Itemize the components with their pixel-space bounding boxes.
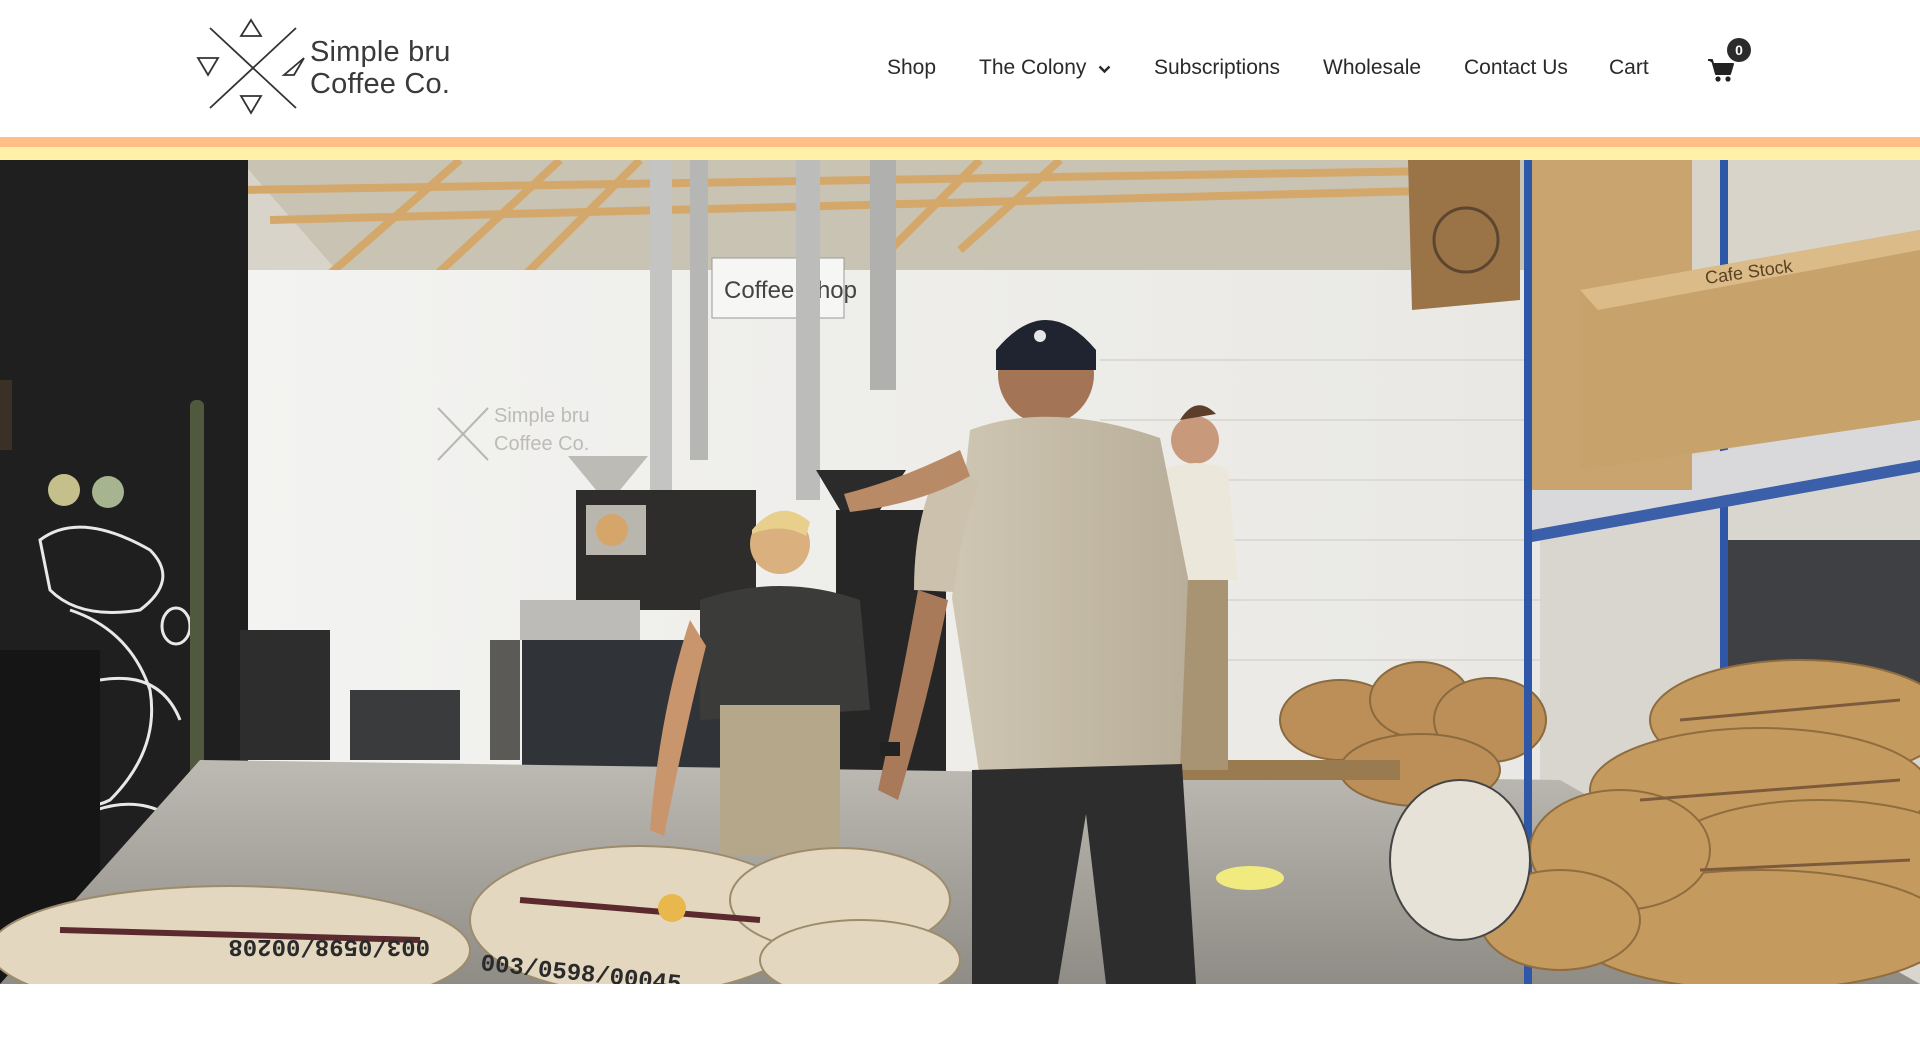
site-header: Simple bru Coffee Co. Shop The Colony Su…: [0, 0, 1920, 137]
coffee-shop-sign: Coffee Shop: [724, 277, 857, 304]
nav-subscriptions[interactable]: Subscriptions: [1154, 48, 1280, 88]
chevron-down-icon: [1098, 48, 1111, 88]
main-navigation: Shop The Colony Subscriptions Wholesale …: [0, 48, 1920, 88]
accent-stripe-yellow: [0, 147, 1920, 160]
coffee-roastery-photo: Simple bru Coffee Co. Coffee Shop Cafe S…: [0, 160, 1920, 984]
nav-wholesale[interactable]: Wholesale: [1323, 48, 1421, 88]
sack-number-2: 003/0598/00208: [228, 932, 430, 959]
accent-stripe-orange: [0, 137, 1920, 147]
nav-the-colony-label: The Colony: [979, 56, 1087, 79]
nav-contact-us[interactable]: Contact Us: [1464, 48, 1568, 88]
cart-count-badge: 0: [1727, 38, 1751, 62]
nav-shop[interactable]: Shop: [887, 48, 936, 88]
hero-image: Simple bru Coffee Co. Coffee Shop Cafe S…: [0, 160, 1920, 984]
nav-the-colony[interactable]: The Colony: [979, 48, 1111, 88]
wall-logo-line1: Simple bru: [494, 405, 590, 427]
wall-logo-line2: Coffee Co.: [494, 433, 589, 455]
nav-cart[interactable]: Cart: [1609, 48, 1649, 88]
page-content-area: [0, 984, 1920, 1044]
